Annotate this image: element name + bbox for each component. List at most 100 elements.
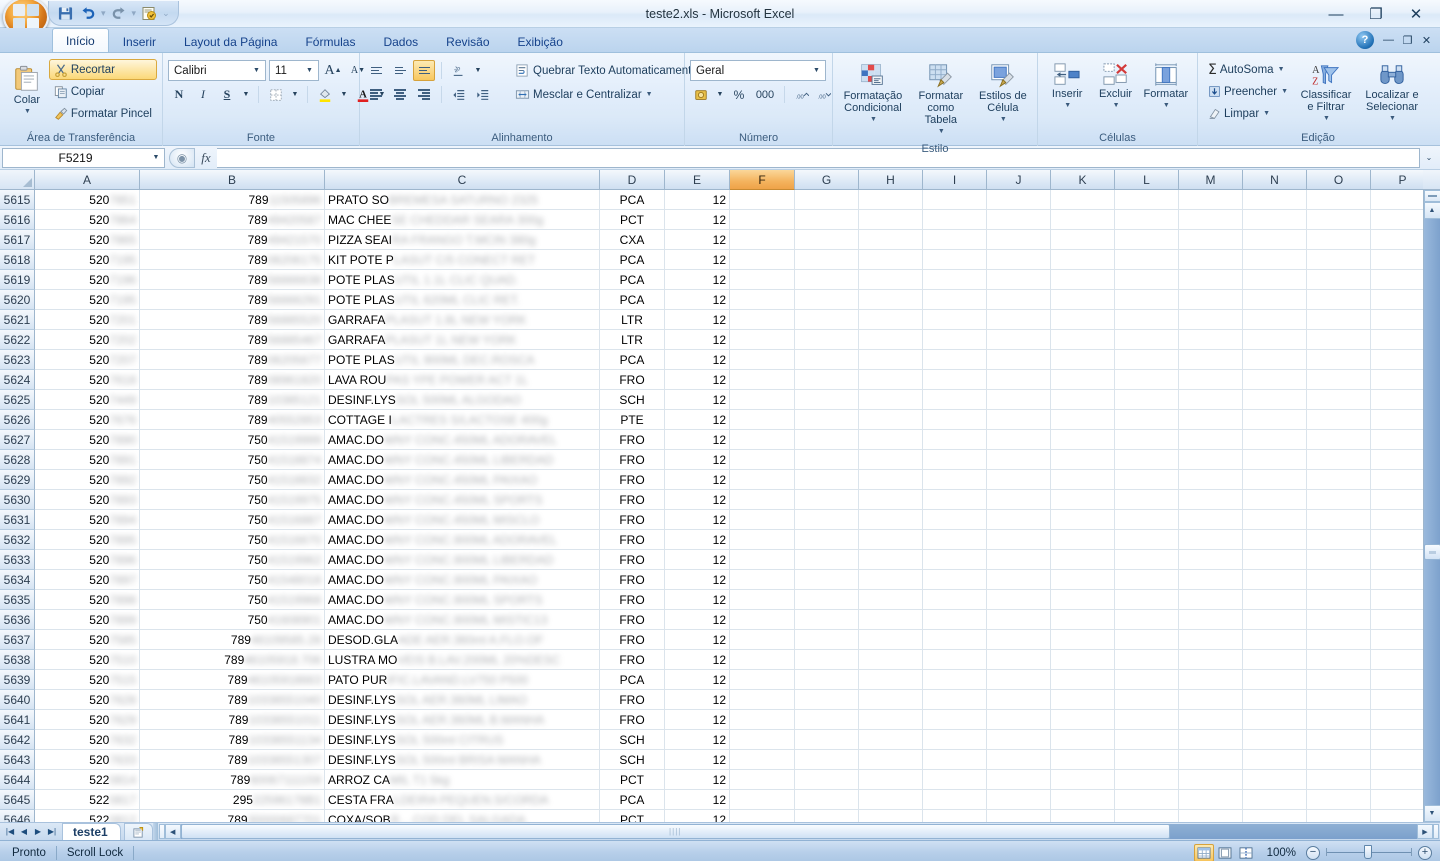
cell-L5631[interactable] bbox=[1115, 510, 1179, 530]
cell-B5639[interactable]: 789 46105918663 bbox=[140, 670, 325, 690]
cell-I5623[interactable] bbox=[923, 350, 987, 370]
cell-C5627[interactable]: AMAC.DO WNY CONC.450ML ADORAVEL bbox=[325, 430, 600, 450]
row-header-5640[interactable]: 5640 bbox=[0, 690, 35, 710]
cell-F5619[interactable] bbox=[730, 270, 795, 290]
row-header-5615[interactable]: 5615 bbox=[0, 190, 35, 210]
cell-N5620[interactable] bbox=[1243, 290, 1307, 310]
cell-I5637[interactable] bbox=[923, 630, 987, 650]
vertical-scroll-thumb[interactable] bbox=[1423, 544, 1440, 560]
cell-B5623[interactable]: 789 06205677 bbox=[140, 350, 325, 370]
cell-K5641[interactable] bbox=[1051, 710, 1115, 730]
cell-H5645[interactable] bbox=[859, 790, 923, 810]
row-header-5634[interactable]: 5634 bbox=[0, 570, 35, 590]
column-header-O[interactable]: O bbox=[1307, 170, 1371, 190]
cell-F5627[interactable] bbox=[730, 430, 795, 450]
cell-H5644[interactable] bbox=[859, 770, 923, 790]
decrease-indent-button[interactable] bbox=[448, 84, 470, 105]
next-sheet-icon[interactable]: ▶ bbox=[31, 824, 45, 840]
cell-D5636[interactable]: FRO bbox=[600, 610, 665, 630]
accounting-format-button[interactable] bbox=[690, 84, 712, 105]
cell-M5616[interactable] bbox=[1179, 210, 1243, 230]
cell-B5630[interactable]: 750 41519975 bbox=[140, 490, 325, 510]
cell-E5616[interactable]: 12 bbox=[665, 210, 730, 230]
number-format-combo[interactable]: Geral ▼ bbox=[690, 60, 826, 81]
cell-E5622[interactable]: 12 bbox=[665, 330, 730, 350]
cell-F5623[interactable] bbox=[730, 350, 795, 370]
cell-L5637[interactable] bbox=[1115, 630, 1179, 650]
sheet-tab-teste1[interactable]: teste1 bbox=[62, 823, 121, 840]
cell-B5635[interactable]: 750 41519968 bbox=[140, 590, 325, 610]
cell-E5639[interactable]: 12 bbox=[665, 670, 730, 690]
font-name-dropdown-icon[interactable]: ▼ bbox=[250, 67, 263, 74]
cell-J5622[interactable] bbox=[987, 330, 1051, 350]
cell-H5628[interactable] bbox=[859, 450, 923, 470]
cell-B5628[interactable]: 750 41518874 bbox=[140, 450, 325, 470]
cell-O5632[interactable] bbox=[1307, 530, 1371, 550]
cell-H5639[interactable] bbox=[859, 670, 923, 690]
cell-K5629[interactable] bbox=[1051, 470, 1115, 490]
cell-K5618[interactable] bbox=[1051, 250, 1115, 270]
cell-G5615[interactable] bbox=[795, 190, 859, 210]
cell-styles-button[interactable]: Estilos de Célula ▼ bbox=[974, 58, 1032, 130]
cell-J5640[interactable] bbox=[987, 690, 1051, 710]
cell-I5629[interactable] bbox=[923, 470, 987, 490]
row-header-5628[interactable]: 5628 bbox=[0, 450, 35, 470]
format-cells-button[interactable]: Formatar ▼ bbox=[1140, 58, 1192, 116]
cell-N5623[interactable] bbox=[1243, 350, 1307, 370]
cell-J5618[interactable] bbox=[987, 250, 1051, 270]
cell-M5625[interactable] bbox=[1179, 390, 1243, 410]
cell-A5629[interactable]: 520 7892 bbox=[35, 470, 140, 490]
cell-N5632[interactable] bbox=[1243, 530, 1307, 550]
cell-G5623[interactable] bbox=[795, 350, 859, 370]
cell-K5623[interactable] bbox=[1051, 350, 1115, 370]
cell-K5632[interactable] bbox=[1051, 530, 1115, 550]
cell-J5619[interactable] bbox=[987, 270, 1051, 290]
ribbon-tab-layout-da-pagina[interactable]: Layout da Página bbox=[170, 30, 291, 52]
cell-J5636[interactable] bbox=[987, 610, 1051, 630]
cell-N5615[interactable] bbox=[1243, 190, 1307, 210]
cell-J5629[interactable] bbox=[987, 470, 1051, 490]
clear-dropdown-icon[interactable]: ▼ bbox=[1263, 110, 1270, 117]
cell-H5646[interactable] bbox=[859, 810, 923, 822]
cell-B5638[interactable]: 789 46105918.706 bbox=[140, 650, 325, 670]
scroll-right-button[interactable]: ▶ bbox=[1417, 824, 1433, 839]
cell-I5633[interactable] bbox=[923, 550, 987, 570]
cell-A5626[interactable]: 520 7676 bbox=[35, 410, 140, 430]
autosum-dropdown-icon[interactable]: ▼ bbox=[1278, 66, 1285, 73]
cell-N5638[interactable] bbox=[1243, 650, 1307, 670]
cell-B5641[interactable]: 789 10338551011 bbox=[140, 710, 325, 730]
align-middle-button[interactable] bbox=[389, 60, 411, 81]
cell-F5642[interactable] bbox=[730, 730, 795, 750]
minimize-ribbon-button[interactable]: — bbox=[1380, 32, 1397, 49]
cell-A5627[interactable]: 520 7890 bbox=[35, 430, 140, 450]
cell-J5638[interactable] bbox=[987, 650, 1051, 670]
cell-P5642[interactable] bbox=[1371, 730, 1423, 750]
cell-O5619[interactable] bbox=[1307, 270, 1371, 290]
cell-L5619[interactable] bbox=[1115, 270, 1179, 290]
accounting-dropdown-icon[interactable]: ▼ bbox=[714, 84, 726, 105]
cell-P5639[interactable] bbox=[1371, 670, 1423, 690]
cell-A5618[interactable]: 520 7195 bbox=[35, 250, 140, 270]
cell-I5626[interactable] bbox=[923, 410, 987, 430]
cell-H5620[interactable] bbox=[859, 290, 923, 310]
zoom-level-label[interactable]: 100% bbox=[1264, 847, 1306, 859]
insert-function-icon[interactable]: fx bbox=[195, 148, 217, 168]
cell-L5622[interactable] bbox=[1115, 330, 1179, 350]
cell-A5630[interactable]: 520 7893 bbox=[35, 490, 140, 510]
row-header-5643[interactable]: 5643 bbox=[0, 750, 35, 770]
cell-G5629[interactable] bbox=[795, 470, 859, 490]
cell-C5630[interactable]: AMAC.DO WNY CONC.450ML SPORTS bbox=[325, 490, 600, 510]
minimize-window-button[interactable]: — bbox=[1316, 3, 1356, 25]
cell-O5628[interactable] bbox=[1307, 450, 1371, 470]
cut-button[interactable]: Recortar bbox=[48, 59, 157, 80]
new-sheet-icon[interactable] bbox=[123, 823, 153, 840]
cell-C5625[interactable]: DESINF.LYS SOL 500ML ALGODAO bbox=[325, 390, 600, 410]
italic-button[interactable]: I bbox=[192, 84, 214, 105]
merge-center-dropdown-icon[interactable]: ▼ bbox=[646, 91, 653, 98]
cell-J5635[interactable] bbox=[987, 590, 1051, 610]
vertical-split-handle[interactable] bbox=[1423, 190, 1440, 202]
underline-dropdown-icon[interactable]: ▼ bbox=[240, 84, 252, 105]
cell-N5641[interactable] bbox=[1243, 710, 1307, 730]
row-header-5617[interactable]: 5617 bbox=[0, 230, 35, 250]
cell-A5633[interactable]: 520 7896 bbox=[35, 550, 140, 570]
